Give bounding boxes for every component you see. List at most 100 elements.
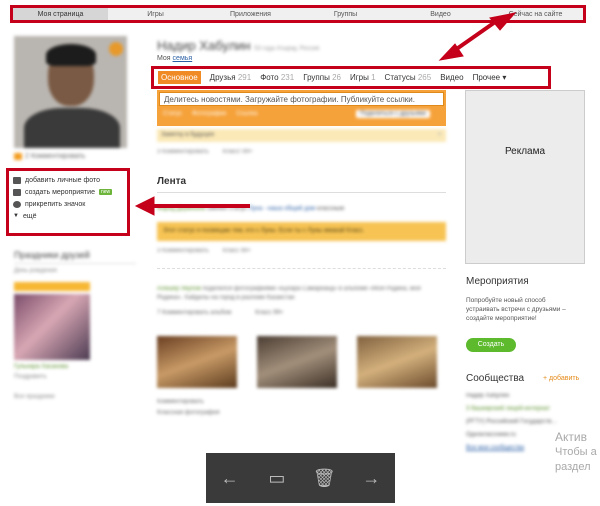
feed2-author[interactable]: Алишер Якупов	[157, 286, 201, 292]
photo-button[interactable]: Фотографии	[192, 111, 226, 117]
profile-name: Надир Хабулин 53 года Атырау, Россия	[157, 38, 319, 53]
tab-statuses-count: 265	[417, 73, 432, 82]
feed-photo[interactable]	[357, 336, 437, 388]
family-link[interactable]: семья	[173, 55, 193, 62]
friend-photo[interactable]	[14, 294, 90, 360]
create-event-action[interactable]: создать мероприятие new	[13, 186, 123, 198]
avatar[interactable]	[14, 36, 127, 148]
delete-icon[interactable]: 🗑	[309, 468, 339, 489]
community-item[interactable]: Надир Хабулин	[466, 390, 557, 403]
arrow-to-topnav	[446, 18, 500, 57]
tab-groups[interactable]: Группы 26	[303, 73, 341, 82]
screenshot: Моя страница Игры Приложения Группы Виде…	[0, 0, 600, 506]
tab-groups-label: Группы	[303, 73, 330, 82]
events-title: Мероприятия	[466, 276, 529, 287]
avatar-hair	[46, 44, 96, 66]
note-text: Заметку в будущее	[161, 132, 215, 138]
feed-author[interactable]: Фарид Дервишев	[157, 206, 205, 212]
tab-main-label: Основное	[161, 73, 198, 82]
more-action[interactable]: ▼ ещё	[13, 210, 123, 222]
tab-video[interactable]: Видео	[440, 73, 463, 82]
profile-name-text: Надир Хабулин	[157, 38, 251, 53]
feed-actions: 3 Комментировать Класс 99+	[157, 248, 251, 254]
feed-photo[interactable]	[257, 336, 337, 388]
tab-photos[interactable]: Фото 231	[260, 73, 294, 82]
feed-photo[interactable]	[157, 336, 237, 388]
avatar-badge-icon	[109, 42, 123, 56]
community-item[interactable]: 3 башкирский лицей-интернат	[466, 403, 557, 416]
nav-games[interactable]: Игры	[108, 8, 203, 20]
feed-item-2: Алишер Якупов поделился фотографиями «Бу…	[157, 285, 446, 318]
status-button[interactable]: Статус	[163, 111, 182, 117]
holidays-sub: День рождения	[14, 268, 57, 274]
arrow-head	[438, 43, 464, 61]
avatar-shirt	[24, 108, 120, 148]
feed-tag: классным	[316, 206, 345, 212]
add-photo-action[interactable]: добавить личные фото	[13, 174, 123, 186]
all-communities-link[interactable]: Все мои сообщества	[466, 442, 557, 455]
camera-icon	[13, 176, 21, 184]
pin-badge-action[interactable]: прикрепить значок	[13, 198, 123, 210]
tab-more[interactable]: Прочее ▾	[473, 73, 507, 82]
badge-icon	[13, 200, 21, 208]
feed-divider	[157, 192, 446, 193]
tab-friends[interactable]: Друзья 291	[210, 73, 252, 82]
slideshow-icon[interactable]: ▭	[262, 468, 292, 489]
create-event-button[interactable]: Создать	[466, 338, 516, 352]
next-arrow-icon[interactable]: →	[356, 468, 386, 489]
friend-name[interactable]: Гульнара Хасанова	[14, 364, 136, 370]
feed2-row2[interactable]: Комментировать	[157, 397, 219, 408]
holiday-banner	[14, 282, 90, 291]
tab-games[interactable]: Игры 1	[350, 73, 376, 82]
feed-comments[interactable]: 3 Комментировать	[157, 248, 209, 254]
feed-likes[interactable]: Класс 99+	[223, 248, 251, 254]
ad-block[interactable]: Реклама	[465, 90, 585, 264]
events-text: Попробуйте новый способ устраивать встре…	[466, 297, 566, 322]
tab-photos-label: Фото	[260, 73, 279, 82]
feed2-extra: Комментировать Классная фотография	[157, 397, 219, 419]
add-photo-label: добавить личные фото	[25, 176, 101, 184]
tab-statuses[interactable]: Статусы 265	[385, 73, 432, 82]
note-bar[interactable]: Заметку в будущее ✕	[157, 129, 446, 142]
nav-video[interactable]: Видео	[393, 8, 488, 20]
profile-meta: 53 года Атырау, Россия	[254, 46, 320, 52]
community-item[interactable]: (РГТУ) Российский Государств…	[466, 416, 557, 429]
tab-groups-count: 26	[332, 73, 341, 82]
status-input[interactable]: Делитесь новостями. Загружайте фотографи…	[159, 92, 444, 106]
avatar-comments-link[interactable]: 2 Комментировать	[14, 153, 85, 160]
profile-actions: добавить личные фото создать мероприятие…	[6, 168, 130, 236]
tab-video-label: Видео	[440, 73, 464, 82]
tab-statuses-label: Статусы	[384, 73, 416, 82]
nav-apps[interactable]: Приложения	[203, 8, 298, 20]
prev-arrow-icon[interactable]: ←	[215, 468, 245, 489]
feed2-comments[interactable]: 7 Комментировать альбом	[157, 309, 231, 318]
feed2-row3[interactable]: Классная фотография	[157, 408, 219, 419]
watermark-line1: Актив	[555, 430, 587, 444]
tab-main[interactable]: Основное	[158, 71, 201, 84]
feed2-actions: 7 Комментировать альбом Класс 99+	[157, 309, 446, 318]
communities-title: Сообщества	[466, 373, 525, 384]
chevron-down-icon: ▼	[13, 213, 19, 219]
communities-list: Надир Хабулин 3 башкирский лицей-интерна…	[466, 390, 557, 455]
all-holidays-link[interactable]: Все праздники	[14, 394, 136, 400]
nav-online-now[interactable]: Сейчас на сайте	[488, 8, 583, 20]
profile-tabs: Основное Друзья 291 Фото 231 Группы 26 И…	[151, 66, 551, 89]
feed-group[interactable]: Луна - наша общий дом	[249, 206, 316, 212]
nav-groups[interactable]: Группы	[298, 8, 393, 20]
community-item[interactable]: Одноклассники.ru	[466, 429, 557, 442]
profile-sub: Моя семья	[157, 55, 192, 62]
post1-actions: 3 Комментировать Класс! 99+	[157, 149, 253, 155]
close-icon[interactable]: ✕	[437, 131, 442, 138]
post1-comments[interactable]: 3 Комментировать	[157, 149, 209, 155]
nav-my-page[interactable]: Моя страница	[13, 8, 108, 20]
congratulate-link[interactable]: Поздравить	[14, 374, 136, 380]
link-button[interactable]: Ссылка	[236, 111, 257, 117]
feed2-likes[interactable]: Класс 99+	[255, 309, 283, 318]
avatar-comments-label: 2 Комментировать	[25, 153, 86, 160]
feed2-photos	[157, 336, 437, 388]
post1-likes[interactable]: Класс! 99+	[223, 149, 253, 155]
share-friends-button[interactable]: Поделиться с друзьями	[356, 110, 430, 118]
add-community-link[interactable]: + добавить	[543, 375, 579, 382]
more-label: ещё	[22, 212, 37, 220]
create-event-label: создать мероприятие	[25, 188, 95, 196]
